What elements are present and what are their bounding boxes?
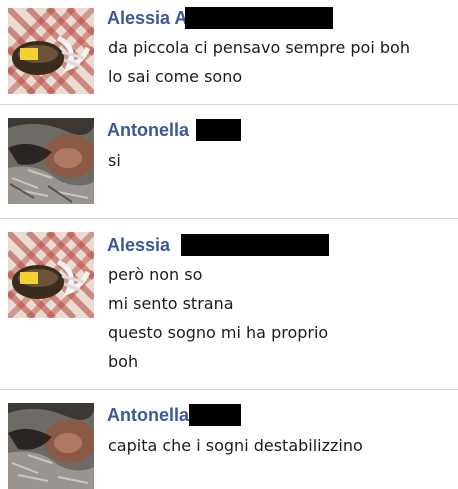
sender-name[interactable]: Antonella <box>107 119 189 141</box>
sender-row: Alessia A <box>107 7 334 29</box>
sender-row: Antonella <box>107 119 242 141</box>
alessia-avatar-image <box>8 232 94 318</box>
antonella-avatar-image <box>8 118 94 204</box>
message-line: capita che i sogni destabilizzino <box>108 436 363 455</box>
sender-row: Antonella <box>107 404 242 426</box>
sender-name[interactable]: Alessia A <box>107 7 187 29</box>
message-divider <box>0 389 458 390</box>
message-line: boh <box>108 352 139 371</box>
sender-name[interactable]: Alessia <box>107 234 170 256</box>
avatar-antonella[interactable] <box>8 403 94 489</box>
message-line: questo sogno mi ha proprio <box>108 323 329 342</box>
antonella-avatar-image <box>8 403 94 489</box>
message-line: si <box>108 151 121 170</box>
redaction-bar <box>189 404 242 426</box>
sender-row: Alessia <box>107 234 330 256</box>
message-line: però non so <box>108 265 203 284</box>
redaction-bar <box>185 7 334 29</box>
redaction-bar <box>181 234 330 256</box>
chat-thread: Alessia A da piccola ci pensavo sempre p… <box>0 0 458 489</box>
message-line: mi sento strana <box>108 294 234 313</box>
redaction-bar <box>196 119 242 141</box>
message-line: da piccola ci pensavo sempre poi boh <box>108 38 410 57</box>
message-line: lo sai come sono <box>108 67 243 86</box>
avatar-alessia[interactable] <box>8 232 94 318</box>
message-divider <box>0 104 458 105</box>
alessia-avatar-image <box>8 8 94 94</box>
message-divider <box>0 218 458 219</box>
avatar-antonella[interactable] <box>8 118 94 204</box>
sender-name[interactable]: Antonella <box>107 404 189 426</box>
top-crop-edge <box>0 0 458 3</box>
avatar-alessia[interactable] <box>8 8 94 94</box>
